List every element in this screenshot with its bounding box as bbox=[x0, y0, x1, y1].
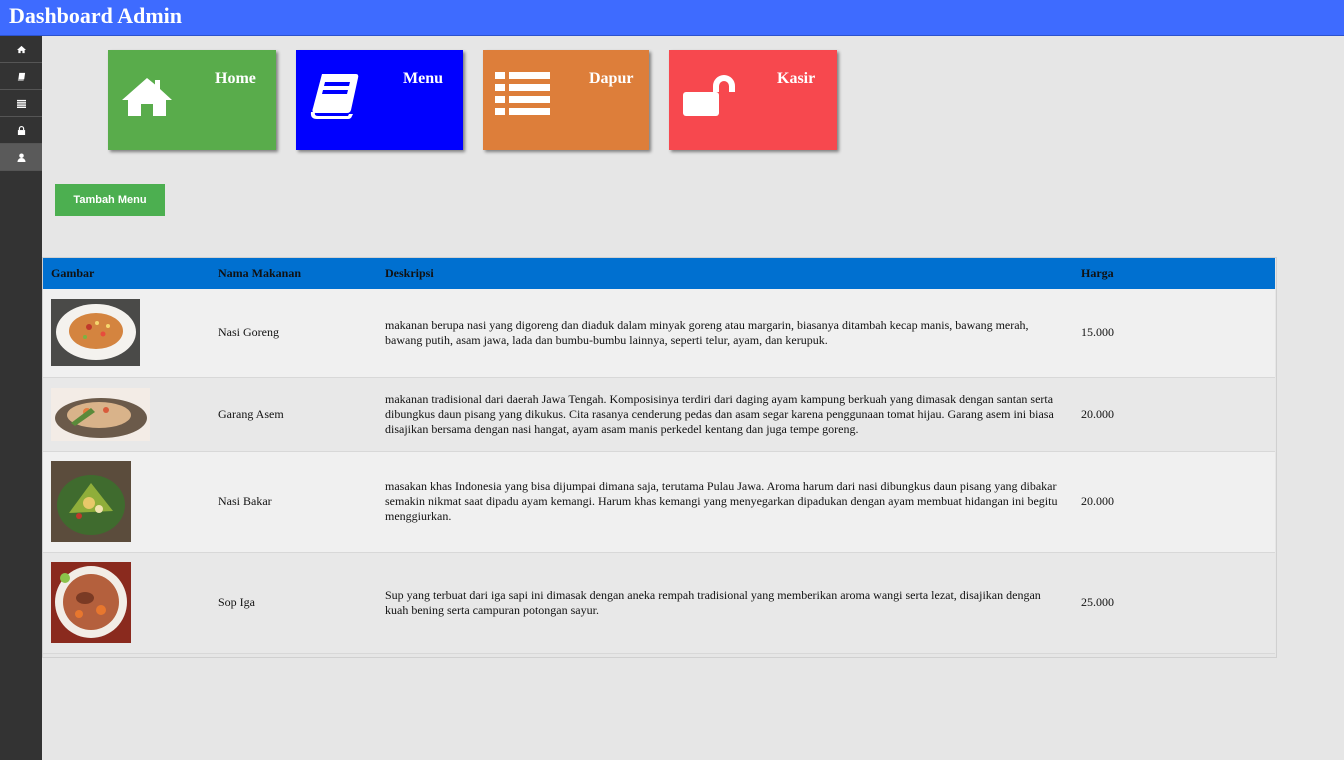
food-description: masakan khas Indonesia yang bisa dijumpa… bbox=[377, 451, 1073, 553]
lock-icon bbox=[17, 125, 25, 135]
table-row: Nasi Bakar masakan khas Indonesia yang b… bbox=[43, 451, 1275, 553]
tile-kitchen[interactable]: Dapur bbox=[483, 50, 649, 150]
page-title: Dashboard Admin bbox=[9, 3, 183, 28]
food-photo-sop-iga bbox=[51, 562, 131, 643]
add-menu-button[interactable]: Tambah Menu bbox=[55, 184, 165, 216]
tile-home-label: Home bbox=[215, 70, 256, 87]
food-name: Garang Asem bbox=[210, 377, 377, 452]
tile-home[interactable]: Home bbox=[108, 50, 276, 150]
food-image-cell bbox=[43, 377, 210, 452]
home-icon bbox=[16, 45, 26, 53]
book-icon bbox=[17, 72, 25, 81]
table-row: Nasi Goreng makanan berupa nasi yang dig… bbox=[43, 289, 1275, 378]
food-photo-nasi-goreng bbox=[51, 299, 140, 367]
tile-cashier-label: Kasir bbox=[777, 70, 816, 87]
tile-menu-label: Menu bbox=[403, 70, 443, 87]
column-header-image: Gambar bbox=[43, 258, 210, 289]
menu-table: Gambar Nama Makanan Deskripsi Harga Nasi… bbox=[43, 258, 1275, 654]
tile-cashier[interactable]: Kasir bbox=[669, 50, 837, 150]
food-price: 20.000 bbox=[1073, 451, 1275, 553]
food-price: 25.000 bbox=[1073, 552, 1275, 654]
tile-menu[interactable]: Menu bbox=[296, 50, 463, 150]
column-header-description: Deskripsi bbox=[377, 258, 1073, 289]
food-image-cell bbox=[43, 289, 210, 378]
sidebar bbox=[0, 36, 42, 760]
sidebar-item-menu[interactable] bbox=[0, 63, 42, 90]
food-description: makanan berupa nasi yang digoreng dan di… bbox=[377, 289, 1073, 378]
book-icon bbox=[310, 74, 359, 119]
table-row: Sop Iga Sup yang terbuat dari iga sapi i… bbox=[43, 552, 1275, 654]
food-name: Nasi Goreng bbox=[210, 289, 377, 378]
food-photo-garang-asem bbox=[51, 387, 150, 441]
column-header-name: Nama Makanan bbox=[210, 258, 377, 289]
food-price: 15.000 bbox=[1073, 289, 1275, 378]
table-row: Garang Asem makanan tradisional dari dae… bbox=[43, 377, 1275, 452]
food-photo-nasi-bakar bbox=[51, 461, 131, 542]
food-image-cell bbox=[43, 552, 210, 654]
home-icon bbox=[122, 78, 172, 116]
food-name: Sop Iga bbox=[210, 552, 377, 654]
tile-kitchen-label: Dapur bbox=[589, 70, 634, 87]
sidebar-item-kitchen[interactable] bbox=[0, 90, 42, 117]
food-description: Sup yang terbuat dari iga sapi ini dimas… bbox=[377, 552, 1073, 654]
food-price: 20.000 bbox=[1073, 377, 1275, 452]
food-description: makanan tradisional dari daerah Jawa Ten… bbox=[377, 377, 1073, 452]
sidebar-item-home[interactable] bbox=[0, 36, 42, 63]
list-icon bbox=[495, 72, 550, 115]
unlock-icon bbox=[683, 75, 735, 116]
table-header-row: Gambar Nama Makanan Deskripsi Harga bbox=[43, 258, 1275, 289]
food-image-cell bbox=[43, 451, 210, 553]
user-icon bbox=[16, 152, 26, 162]
sidebar-item-user[interactable] bbox=[0, 144, 42, 171]
top-bar: Dashboard Admin bbox=[0, 0, 1344, 36]
food-name: Nasi Bakar bbox=[210, 451, 377, 553]
column-header-price: Harga bbox=[1073, 258, 1275, 289]
list-icon bbox=[16, 99, 26, 108]
sidebar-item-cashier[interactable] bbox=[0, 117, 42, 144]
